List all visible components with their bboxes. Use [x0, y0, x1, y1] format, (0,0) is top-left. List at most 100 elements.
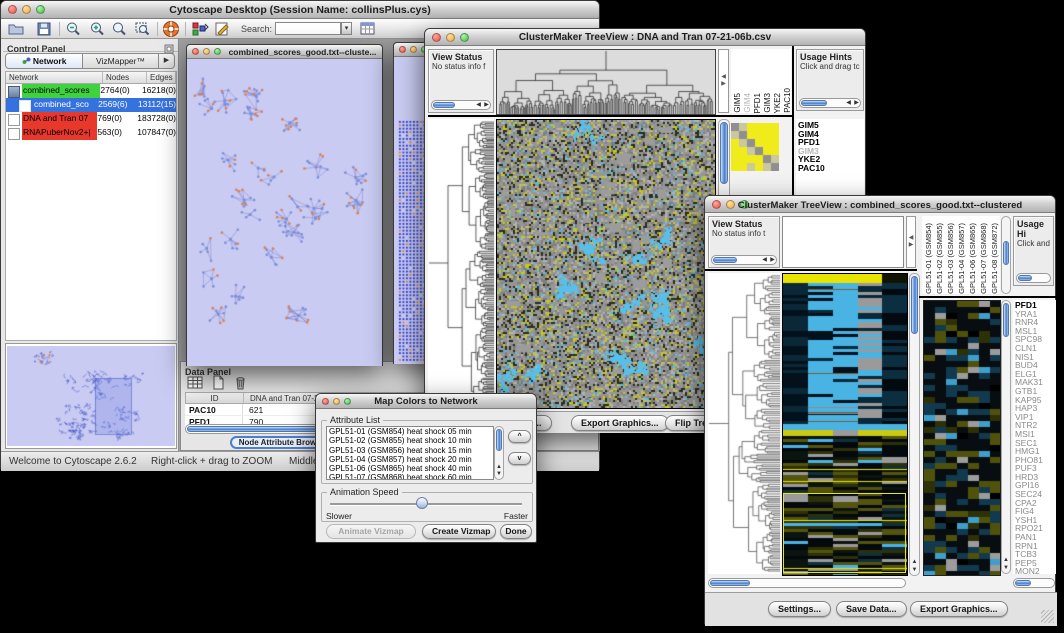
animate-vizmap-button[interactable]: Animate Vizmap [326, 524, 416, 539]
column-label[interactable]: GPL51-06 (GSM865) [967, 223, 978, 294]
network-table-row[interactable]: combined_sco 2569(6) 13112(15) [6, 98, 176, 112]
row-dendrogram-canvas[interactable] [708, 273, 780, 574]
attribute-list-item[interactable]: GPL51-04 (GSM857) heat shock 20 min [327, 455, 493, 464]
attribute-list-item[interactable]: GPL51-01 (GSM854) heat shock 05 min [327, 427, 493, 436]
scroll-down-icon[interactable]: ▼ [1002, 564, 1010, 572]
close-icon[interactable] [399, 46, 406, 53]
column-label[interactable]: GIM4 [743, 93, 753, 113]
column-label[interactable]: YKE2 [773, 93, 783, 113]
network-table-row[interactable]: RNAPuberNov2+| 563(0) 107847(0) [6, 126, 176, 140]
treeview2-button[interactable]: Export Graphics... [910, 601, 1008, 617]
scrollbar-thumb[interactable] [713, 257, 737, 263]
zoom-out-icon[interactable] [65, 21, 83, 37]
network-overview-canvas[interactable] [7, 346, 175, 446]
scrollbar-thumb[interactable] [1003, 241, 1009, 265]
row-label[interactable]: PAC10 [798, 164, 864, 173]
network-table-row[interactable]: DNA and Tran 07 769(0) 183728(0) [6, 112, 176, 126]
speed-slider-thumb[interactable] [416, 497, 428, 509]
row-dendrogram-canvas[interactable] [428, 119, 494, 407]
treeview1-row-dendrogram[interactable] [428, 119, 494, 407]
column-label[interactable]: GPL51-03 (GSM856) [945, 223, 956, 294]
treeview2-column-dendrogram-empty[interactable] [782, 216, 904, 268]
zoom-fit-icon[interactable] [134, 21, 152, 37]
zoom-actual-icon[interactable] [111, 21, 129, 37]
column-header[interactable]: Network [6, 72, 103, 83]
scrollbar-thumb[interactable] [496, 429, 502, 451]
column-label[interactable]: GPL51-02 (GSM855) [934, 223, 945, 294]
scroll-left-icon[interactable]: ◀ [909, 235, 914, 241]
treeview1-button[interactable]: Export Graphics... [571, 415, 669, 431]
scroll-right-icon[interactable]: ▶ [769, 256, 776, 264]
save-icon[interactable] [35, 21, 53, 37]
attribute-list-scrollbar[interactable]: ▲ ▼ [494, 426, 504, 480]
resize-grip[interactable] [1041, 610, 1054, 623]
zoom-window-icon[interactable] [214, 48, 221, 55]
scroll-right-icon[interactable]: ▶ [483, 101, 490, 109]
column-label[interactable]: GPL51-07 (GSM868) [978, 223, 989, 294]
attribute-list-item[interactable]: GPL51-02 (GSM855) heat shock 10 min [327, 436, 493, 445]
main-titlebar[interactable]: Cytoscape Desktop (Session Name: collins… [1, 1, 599, 19]
attribute-list-item[interactable]: GPL51-06 (GSM865) heat shock 40 min [327, 464, 493, 473]
treeview2-nav-strip[interactable]: ◀ ▶ [906, 216, 916, 268]
scroll-right-icon[interactable]: ▶ [853, 99, 860, 107]
global-heatmap-canvas[interactable] [497, 120, 715, 408]
close-icon[interactable] [192, 48, 199, 55]
search-input[interactable] [275, 22, 341, 35]
treeview2-row-dendrogram[interactable] [708, 273, 780, 574]
column-header[interactable]: Edges [147, 72, 176, 83]
create-vizmap-button[interactable]: Create Vizmap [422, 524, 496, 539]
scrollbar-thumb[interactable] [1018, 275, 1032, 281]
treeview2-hscrollbar[interactable] [708, 578, 906, 588]
treeview1-column-dendrogram[interactable] [496, 49, 716, 115]
column-label[interactable]: GPL51-08 (GSM872) [989, 223, 1000, 294]
scrollbar-thumb[interactable] [1015, 580, 1031, 586]
column-label[interactable]: PFD1 [753, 93, 763, 113]
column-label[interactable]: PAC10 [783, 88, 791, 113]
minimize-icon[interactable] [203, 48, 210, 55]
usage-hints-scrollbar[interactable] [1016, 273, 1051, 283]
vizmap-icon[interactable] [191, 21, 209, 37]
column-header[interactable]: Nodes [103, 72, 147, 83]
search-dropdown-icon[interactable]: ▾ [341, 22, 352, 35]
done-button[interactable]: Done [500, 524, 532, 539]
id-column-header[interactable]: ID [186, 393, 244, 403]
move-up-button[interactable]: ^ [508, 430, 531, 443]
dialog-titlebar[interactable]: Map Colors to Network [316, 394, 536, 409]
move-down-button[interactable]: v [508, 452, 531, 465]
zoom-in-icon[interactable] [89, 21, 107, 37]
view-status-scrollbar[interactable]: ◀ ▶ [711, 255, 777, 265]
gene-list-scrollbar[interactable]: ▲ ▼ [1001, 300, 1011, 574]
attribute-list-item[interactable]: GPL51-03 (GSM856) heat shock 15 min [327, 446, 493, 455]
scrollbar-thumb[interactable] [911, 276, 918, 334]
network-overview-panel[interactable] [5, 343, 177, 449]
column-dendrogram-canvas[interactable] [497, 50, 715, 114]
tab-more-button[interactable]: ▶ [159, 53, 175, 69]
scroll-left-icon[interactable]: ◀ [845, 99, 852, 107]
column-label[interactable]: GIM5 [733, 93, 743, 113]
open-file-icon[interactable] [7, 21, 25, 37]
scroll-left-icon[interactable]: ◀ [721, 74, 726, 80]
attribute-list-item[interactable]: GPL51-07 (GSM868) heat shock 60 min [327, 473, 493, 480]
scroll-right-icon[interactable]: ▶ [721, 81, 726, 87]
attribute-table-icon[interactable] [359, 21, 377, 37]
treeview2-button[interactable]: Save Data... [836, 601, 907, 617]
treeview2-zoom-heatmap[interactable] [923, 300, 1001, 576]
treeview1-nav-strip[interactable]: ◀ ▶ [718, 49, 729, 113]
scroll-right-icon[interactable]: ▶ [909, 242, 914, 248]
tab-network[interactable]: Network [5, 53, 83, 69]
scrollbar-thumb[interactable] [433, 102, 455, 108]
scrollbar-thumb[interactable] [1003, 303, 1009, 337]
tab-vizmapper[interactable]: VizMapper™ [83, 53, 159, 69]
annotation-icon[interactable] [213, 21, 231, 37]
scroll-left-icon[interactable]: ◀ [475, 101, 482, 109]
scroll-down-icon[interactable]: ▼ [910, 566, 919, 574]
scroll-left-icon[interactable]: ◀ [761, 256, 768, 264]
scrollbar-thumb[interactable] [801, 100, 827, 106]
treeview1-global-heatmap[interactable] [496, 119, 716, 409]
treeview1-zoom-matrix[interactable] [731, 123, 779, 171]
treeview1-titlebar[interactable]: ClusterMaker TreeView : DNA and Tran 07-… [425, 29, 865, 46]
treeview2-button[interactable]: Settings... [768, 601, 831, 617]
gene-label[interactable]: MON2 [1015, 567, 1056, 574]
scrollbar-thumb[interactable] [720, 122, 728, 184]
gene-list-hscrollbar[interactable] [1013, 578, 1055, 588]
